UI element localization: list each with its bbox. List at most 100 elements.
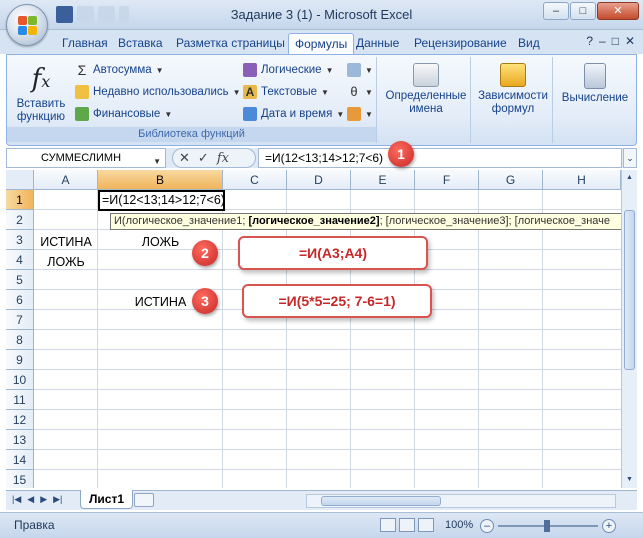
- active-cell-b1[interactable]: =И(12<13;14>12;7<6): [98, 190, 225, 211]
- tab-review[interactable]: Рецензирование: [408, 33, 513, 54]
- function-arguments-tooltip: И(логическое_значение1; [логическое_знач…: [110, 213, 621, 230]
- column-header-f[interactable]: F: [415, 170, 479, 190]
- ribbon-close-icon[interactable]: ✕: [625, 34, 635, 48]
- page-break-view-icon[interactable]: [418, 518, 434, 532]
- dependencies-label: Зависимости формул: [478, 90, 548, 115]
- column-header-c[interactable]: C: [223, 170, 287, 190]
- row-header-11[interactable]: 11: [6, 390, 34, 410]
- close-button[interactable]: ✕: [597, 2, 639, 20]
- gridline: [350, 190, 351, 488]
- scroll-up-icon[interactable]: ▲: [624, 172, 635, 184]
- minimize-button[interactable]: –: [543, 2, 569, 20]
- row-header-14[interactable]: 14: [6, 450, 34, 470]
- tab-view[interactable]: Вид: [512, 33, 546, 54]
- row-header-1[interactable]: 1: [6, 190, 34, 210]
- chevron-down-icon[interactable]: ▼: [153, 153, 161, 171]
- more-books-icon: [347, 107, 361, 121]
- tab-page-layout[interactable]: Разметка страницы: [170, 33, 291, 54]
- first-sheet-icon[interactable]: |◀: [12, 494, 21, 505]
- office-logo-icon: [18, 16, 38, 36]
- cancel-icon[interactable]: ✕: [179, 150, 190, 166]
- row-header-10[interactable]: 10: [6, 370, 34, 390]
- tab-insert[interactable]: Вставка: [112, 33, 169, 54]
- name-box-value: СУММЕСЛИМН: [41, 152, 122, 164]
- name-box[interactable]: СУММЕСЛИМН ▼: [6, 148, 166, 168]
- office-button[interactable]: [6, 4, 48, 46]
- calculation-button[interactable]: Вычисление: [557, 63, 633, 105]
- formula-input[interactable]: =И(12<13;14>12;7<6): [258, 148, 622, 168]
- ribbon-minimize-icon[interactable]: –: [599, 34, 606, 48]
- cell-a3[interactable]: ИСТИНА: [34, 232, 98, 252]
- audit-warning-icon: [500, 63, 526, 87]
- zoom-out-icon[interactable]: –: [480, 519, 494, 533]
- defined-names-button[interactable]: Определенные имена: [385, 63, 467, 116]
- next-sheet-icon[interactable]: ▶: [40, 494, 47, 505]
- sheet-tab-list1[interactable]: Лист1: [80, 490, 134, 509]
- row-header-6[interactable]: 6: [6, 290, 34, 310]
- column-header-b[interactable]: B: [98, 170, 223, 190]
- column-header-g[interactable]: G: [479, 170, 543, 190]
- worksheet-grid[interactable]: A B C D E F G H 1 2 3 4 5 6 7 8 9 10 11 …: [6, 170, 621, 488]
- more-functions-button[interactable]: ▼: [347, 105, 373, 123]
- tab-data[interactable]: Данные: [350, 33, 405, 54]
- callout-formula-3: =И(5*5=25; 7-6=1): [242, 284, 432, 318]
- zoom-knob[interactable]: [544, 520, 550, 532]
- insert-sheet-icon[interactable]: [134, 493, 154, 507]
- autosum-button[interactable]: Σ Автосумма ▼: [75, 61, 164, 79]
- formula-dependencies-button[interactable]: Зависимости формул: [475, 63, 551, 116]
- insert-function-icon[interactable]: fx: [217, 151, 229, 166]
- zoom-slider[interactable]: – +: [480, 519, 616, 533]
- maximize-button[interactable]: □: [570, 2, 596, 20]
- cell-a4[interactable]: ЛОЖЬ: [34, 252, 98, 272]
- zoom-in-icon[interactable]: +: [602, 519, 616, 533]
- clock-book-icon: [243, 107, 257, 121]
- row-header-3[interactable]: 3: [6, 230, 34, 250]
- logical-functions-button[interactable]: Логические ▼: [243, 61, 333, 79]
- last-sheet-icon[interactable]: ▶|: [53, 494, 62, 505]
- tab-home[interactable]: Главная: [56, 33, 114, 54]
- vertical-scroll-thumb[interactable]: [624, 210, 635, 370]
- horizontal-scroll-thumb[interactable]: [321, 496, 441, 506]
- help-icon[interactable]: ?: [586, 34, 593, 48]
- financial-label: Финансовые: [93, 108, 161, 120]
- vertical-scrollbar[interactable]: ▲ ▼: [621, 170, 637, 488]
- page-layout-view-icon[interactable]: [399, 518, 415, 532]
- prev-sheet-icon[interactable]: ◀: [27, 494, 34, 505]
- zoom-level[interactable]: 100%: [445, 519, 473, 531]
- financial-functions-button[interactable]: Финансовые ▼: [75, 105, 172, 123]
- scroll-down-icon[interactable]: ▼: [624, 474, 635, 486]
- column-header-h[interactable]: H: [543, 170, 621, 190]
- normal-view-icon[interactable]: [380, 518, 396, 532]
- chevron-down-icon: ▼: [321, 87, 329, 97]
- row-header-7[interactable]: 7: [6, 310, 34, 330]
- expand-formula-bar-icon[interactable]: ⌄: [623, 148, 637, 168]
- row-header-5[interactable]: 5: [6, 270, 34, 290]
- star-book-icon: [75, 85, 89, 99]
- insert-function-button[interactable]: fx Вставить функцию: [13, 63, 69, 124]
- row-header-2[interactable]: 2: [6, 210, 34, 230]
- ribbon-restore-icon[interactable]: □: [612, 34, 619, 48]
- row-header-12[interactable]: 12: [6, 410, 34, 430]
- datetime-functions-button[interactable]: Дата и время ▼: [243, 105, 344, 123]
- tab-formulas[interactable]: Формулы: [288, 33, 355, 54]
- horizontal-scrollbar[interactable]: [306, 494, 616, 508]
- gridline: [414, 190, 415, 488]
- column-header-a[interactable]: A: [34, 170, 98, 190]
- row-header-13[interactable]: 13: [6, 430, 34, 450]
- text-functions-button[interactable]: A Текстовые ▼: [243, 83, 329, 101]
- callout-badge-3: 3: [192, 288, 218, 314]
- row-header-4[interactable]: 4: [6, 250, 34, 270]
- row-header-9[interactable]: 9: [6, 350, 34, 370]
- row-header-8[interactable]: 8: [6, 330, 34, 350]
- row-header-15[interactable]: 15: [6, 470, 34, 488]
- column-header-d[interactable]: D: [287, 170, 351, 190]
- enter-icon[interactable]: ✓: [198, 150, 209, 166]
- column-header-e[interactable]: E: [351, 170, 415, 190]
- math-functions-button[interactable]: θ ▼: [347, 83, 373, 101]
- chevron-down-icon: ▼: [155, 65, 164, 75]
- recent-functions-button[interactable]: Недавно использовались ▼: [75, 83, 241, 101]
- lookup-functions-button[interactable]: ▼: [347, 61, 373, 79]
- status-mode: Правка: [14, 518, 55, 532]
- select-all-corner[interactable]: [6, 170, 34, 190]
- gridline: [34, 409, 621, 410]
